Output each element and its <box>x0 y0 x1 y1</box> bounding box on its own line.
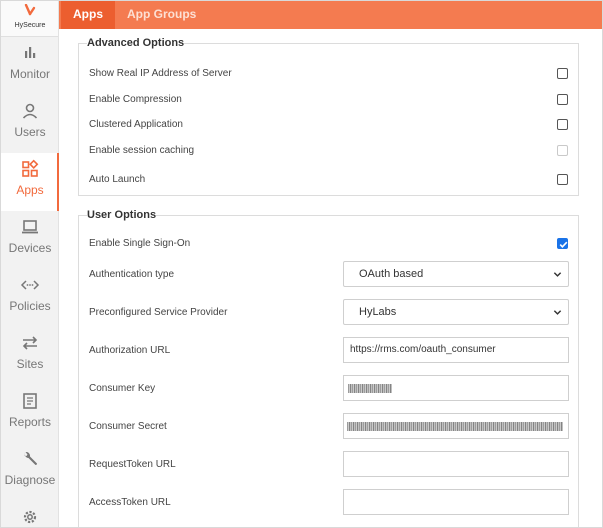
sso-label: Enable Single Sign-On <box>89 238 191 249</box>
sidebar-item-label: Policies <box>9 299 51 313</box>
show-real-ip-checkbox[interactable] <box>557 68 568 79</box>
enable-compression-checkbox[interactable] <box>557 94 568 105</box>
tab-app-groups[interactable]: App Groups <box>115 1 208 29</box>
redacted-value <box>348 384 392 393</box>
laptop-icon <box>22 220 38 234</box>
sidebar-item-label: Sites <box>16 357 44 371</box>
gear-icon <box>23 510 37 524</box>
auth-type-value: OAuth based <box>359 268 424 280</box>
sidebar-item-reports[interactable]: Reports <box>1 385 59 443</box>
sidebar-item-sites[interactable]: Sites <box>1 327 59 385</box>
tab-apps[interactable]: Apps <box>61 1 115 29</box>
chevron-down-icon <box>553 272 562 277</box>
sidebar-item-diagnose[interactable]: Diagnose <box>1 443 59 501</box>
enable-compression-label: Enable Compression <box>89 94 182 105</box>
apps-icon <box>22 159 39 177</box>
advanced-options-section: Advanced Options Show Real IP Address of… <box>78 37 579 196</box>
main-content: Advanced Options Show Real IP Address of… <box>59 29 602 527</box>
consumer-secret-input[interactable] <box>343 413 569 439</box>
hysecure-logo-icon <box>24 4 36 16</box>
sidebar-item-label: Diagnose <box>4 473 56 487</box>
sidebar: HySecure Monitor Users Apps Devices Poli… <box>1 1 60 527</box>
access-token-input[interactable] <box>343 489 569 515</box>
sidebar-item-label: Reports <box>8 415 52 429</box>
request-token-input[interactable] <box>343 451 569 477</box>
sidebar-item-label: Apps <box>16 183 44 197</box>
sidebar-item-monitor[interactable]: Monitor <box>1 37 59 95</box>
session-caching-checkbox <box>557 145 568 156</box>
auth-type-label: Authentication type <box>89 269 175 280</box>
access-token-label: AccessToken URL <box>89 497 171 508</box>
bar-chart-icon <box>25 47 36 58</box>
wrench-icon <box>24 451 38 466</box>
brand-logo[interactable]: HySecure <box>1 1 58 37</box>
consumer-key-label: Consumer Key <box>89 383 156 394</box>
section-title: User Options <box>87 209 157 221</box>
auth-url-label: Authorization URL <box>89 345 171 356</box>
section-title: Advanced Options <box>87 37 185 49</box>
code-arrows-icon <box>20 280 40 290</box>
brand-name: HySecure <box>14 22 46 29</box>
auth-url-input[interactable]: https://rms.com/oauth_consumer <box>343 337 569 363</box>
auto-launch-checkbox[interactable] <box>557 174 568 185</box>
sidebar-item-apps[interactable]: Apps <box>1 153 60 211</box>
sidebar-item-devices[interactable]: Devices <box>1 211 59 269</box>
consumer-secret-label: Consumer Secret <box>89 421 167 432</box>
sidebar-item-settings[interactable] <box>1 501 59 527</box>
request-token-label: RequestToken URL <box>89 459 176 470</box>
swap-arrows-icon <box>22 336 38 350</box>
sidebar-item-label: Devices <box>8 241 52 255</box>
auth-type-select[interactable]: OAuth based <box>343 261 569 287</box>
sidebar-item-label: Users <box>14 125 46 139</box>
user-options-section: User Options Enable Single Sign-On Authe… <box>78 209 579 527</box>
document-icon <box>23 393 37 409</box>
user-icon <box>22 103 38 119</box>
top-tab-bar: Apps App Groups <box>59 1 602 29</box>
clustered-application-checkbox[interactable] <box>557 119 568 130</box>
sidebar-item-policies[interactable]: Policies <box>1 269 59 327</box>
auto-launch-label: Auto Launch <box>89 174 146 185</box>
checkmark-icon <box>559 241 568 248</box>
clustered-application-label: Clustered Application <box>89 119 183 130</box>
redacted-value <box>347 422 563 431</box>
sidebar-item-users[interactable]: Users <box>1 95 59 153</box>
sidebar-item-label: Monitor <box>9 67 50 81</box>
chevron-down-icon <box>553 310 562 315</box>
consumer-key-input[interactable] <box>343 375 569 401</box>
sso-checkbox[interactable] <box>557 238 568 249</box>
provider-value: HyLabs <box>359 306 397 318</box>
session-caching-label: Enable session caching <box>89 145 195 156</box>
show-real-ip-label: Show Real IP Address of Server <box>89 68 232 79</box>
provider-label: Preconfigured Service Provider <box>89 307 228 318</box>
provider-select[interactable]: HyLabs <box>343 299 569 325</box>
